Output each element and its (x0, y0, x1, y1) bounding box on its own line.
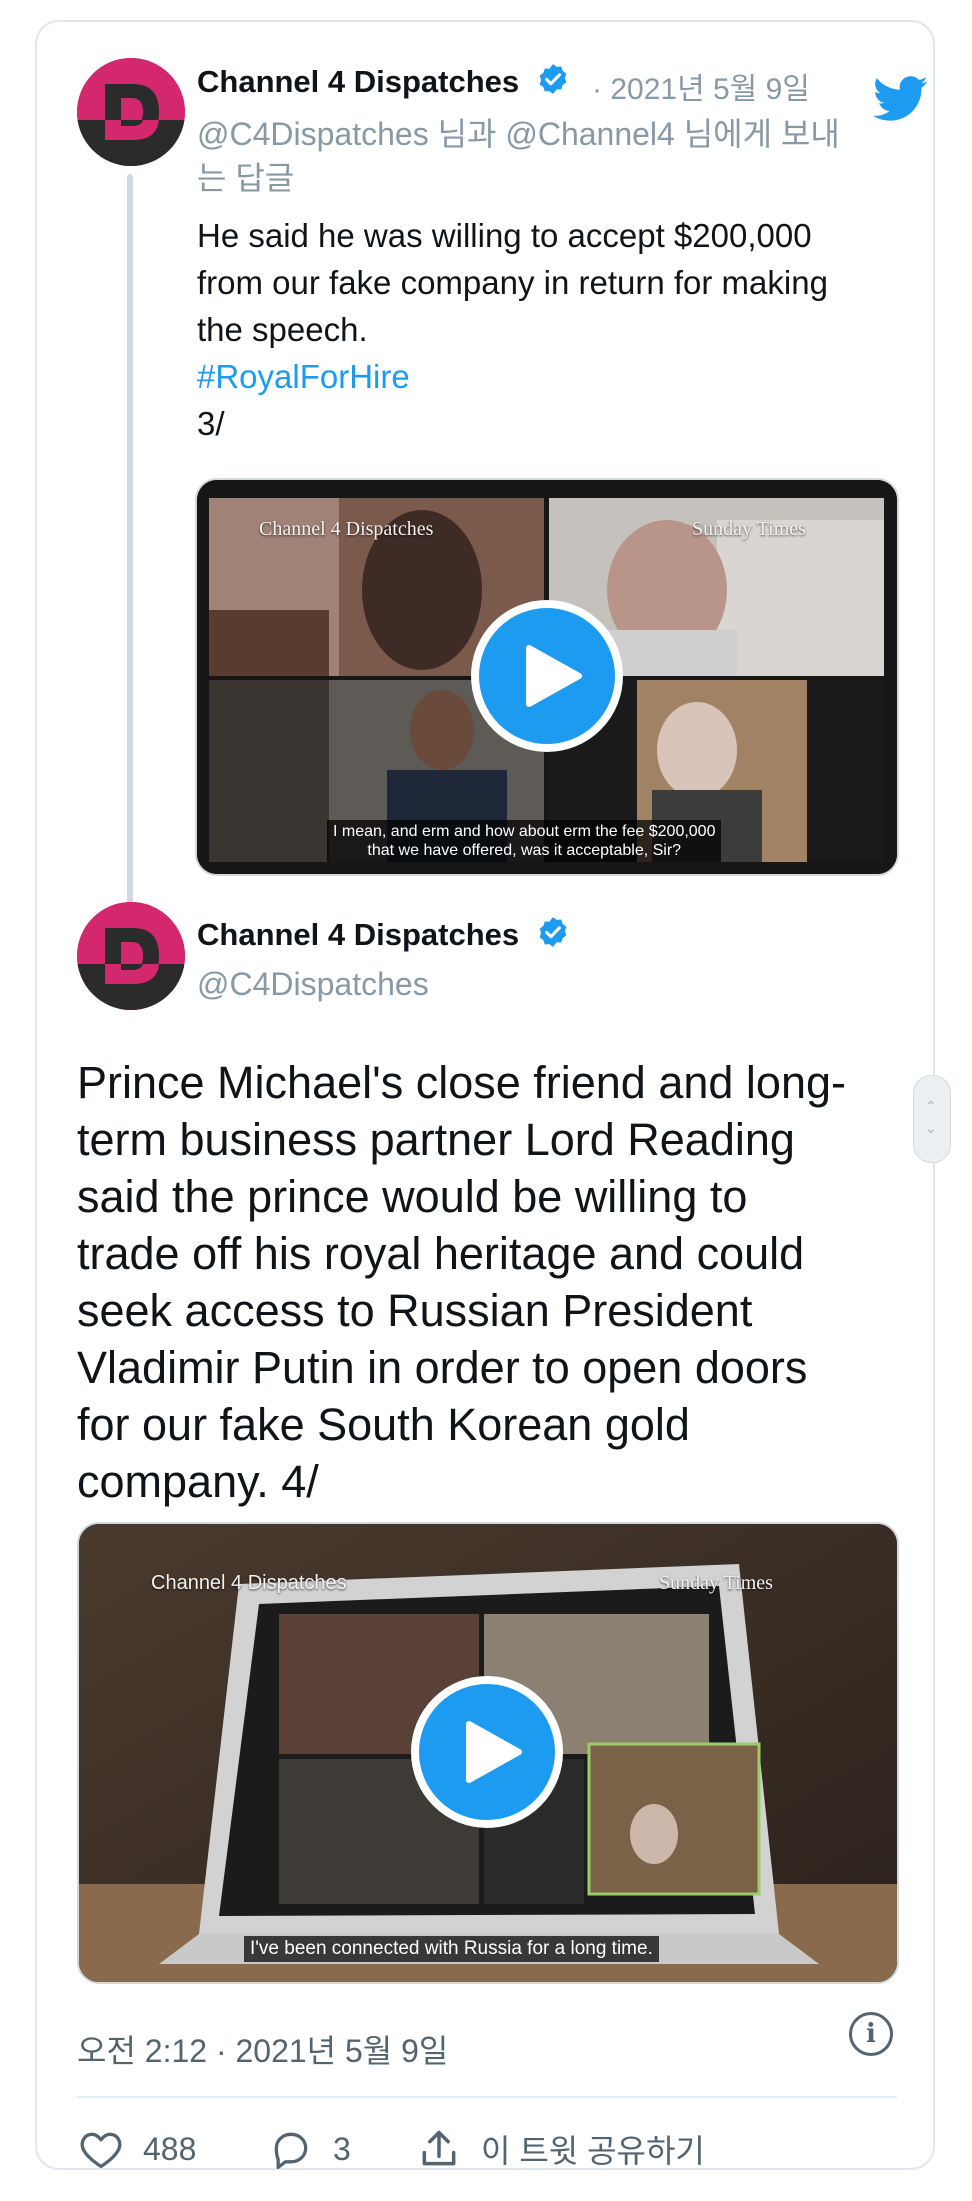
avatar[interactable] (77, 902, 185, 1010)
share-icon (422, 2130, 456, 2166)
tweet-text-line: seek access to Russian President (77, 1285, 753, 1336)
video-caption: I mean, and erm and how about erm the fe… (327, 820, 722, 862)
tweet-text-line: Vladimir Putin in order to open doors (77, 1342, 808, 1393)
reply-context[interactable]: @C4Dispatches 님과 @Channel4 님에게 보내 는 답글 (197, 112, 840, 200)
video-watermark-right: Sunday Times (659, 1572, 773, 1594)
video-watermark-right: Sunday Times (692, 518, 806, 540)
video-caption: I've been connected with Russia for a lo… (244, 1936, 659, 1962)
video-player[interactable]: Channel 4 Dispatches Sunday Times I've b… (77, 1522, 899, 1984)
reply-count: 3 (333, 2130, 351, 2167)
display-name[interactable]: Channel 4 Dispatches (197, 915, 570, 953)
reply-button[interactable]: 3 (269, 2122, 351, 2176)
tweet-date[interactable]: · 2021년 5월 9일 (592, 64, 810, 108)
caption-line: I mean, and erm and how about erm the fe… (333, 823, 716, 840)
tweet-text-line: for our fake South Korean gold (77, 1399, 690, 1450)
scroll-handle[interactable]: ⌃ ⌄ (913, 1075, 951, 1163)
play-button[interactable] (411, 1676, 563, 1828)
chevron-up-icon: ⌃ (925, 1098, 937, 1114)
thread-connector (127, 174, 133, 912)
tweet-text-line: from our fake company in return for maki… (197, 264, 828, 301)
reply-icon (274, 2132, 308, 2169)
tweet-timestamp[interactable]: 오전 2:12 · 2021년 5월 9일 (77, 2026, 448, 2072)
play-icon (466, 1721, 522, 1783)
tweet-text-line: He said he was willing to accept $200,00… (197, 217, 812, 254)
channel4-logo-icon (77, 58, 185, 166)
tweet-text-line: said the prince would be willing to (77, 1171, 748, 1222)
video-watermark-left: Channel 4 Dispatches (151, 1572, 347, 1594)
play-icon (526, 645, 582, 707)
hashtag-link[interactable]: #RoyalForHire (197, 353, 917, 400)
share-label: 이 트윗 공유하기 (481, 2133, 705, 2169)
tweet-main-text: Prince Michael's close friend and long- … (77, 1054, 937, 1510)
tweet-text-line: trade off his royal heritage and could (77, 1228, 805, 1279)
like-button[interactable]: 488 (79, 2122, 196, 2176)
tweet-text-line: the speech. (197, 311, 368, 348)
user-handle[interactable]: @C4Dispatches (197, 962, 429, 1006)
channel4-logo-icon (77, 902, 185, 1010)
reply-context-line1[interactable]: @C4Dispatches 님과 @Channel4 님에게 보내 (197, 112, 840, 156)
like-count: 488 (143, 2130, 197, 2167)
heart-icon (80, 2132, 122, 2169)
divider (77, 2096, 897, 2098)
play-button[interactable] (471, 600, 623, 752)
share-button[interactable]: 이 트윗 공유하기 (417, 2122, 705, 2176)
verified-badge-icon (539, 917, 567, 947)
caption-line: that we have offered, was it acceptable,… (367, 842, 682, 859)
thread-counter: 3/ (197, 405, 225, 442)
reply-context-line2: 는 답글 (197, 160, 295, 196)
twitter-bird-icon[interactable] (873, 76, 929, 122)
video-player[interactable]: Channel 4 Dispatches Sunday Times I mean… (195, 478, 899, 876)
tweet-text: He said he was willing to accept $200,00… (197, 212, 917, 447)
tweet-text-line: company. 4/ (77, 1456, 319, 1507)
tweet-card: Channel 4 Dispatches · 2021년 5월 9일 @C4Di… (35, 20, 935, 2170)
info-icon[interactable]: i (849, 2012, 893, 2056)
tweet-text-line: term business partner Lord Reading (77, 1114, 795, 1165)
avatar[interactable] (77, 58, 185, 166)
display-name[interactable]: Channel 4 Dispatches (197, 62, 570, 100)
chevron-down-icon: ⌄ (925, 1120, 937, 1136)
tweet-text-line: Prince Michael's close friend and long- (77, 1057, 846, 1108)
video-watermark-left: Channel 4 Dispatches (259, 518, 434, 540)
verified-badge-icon (539, 64, 567, 94)
